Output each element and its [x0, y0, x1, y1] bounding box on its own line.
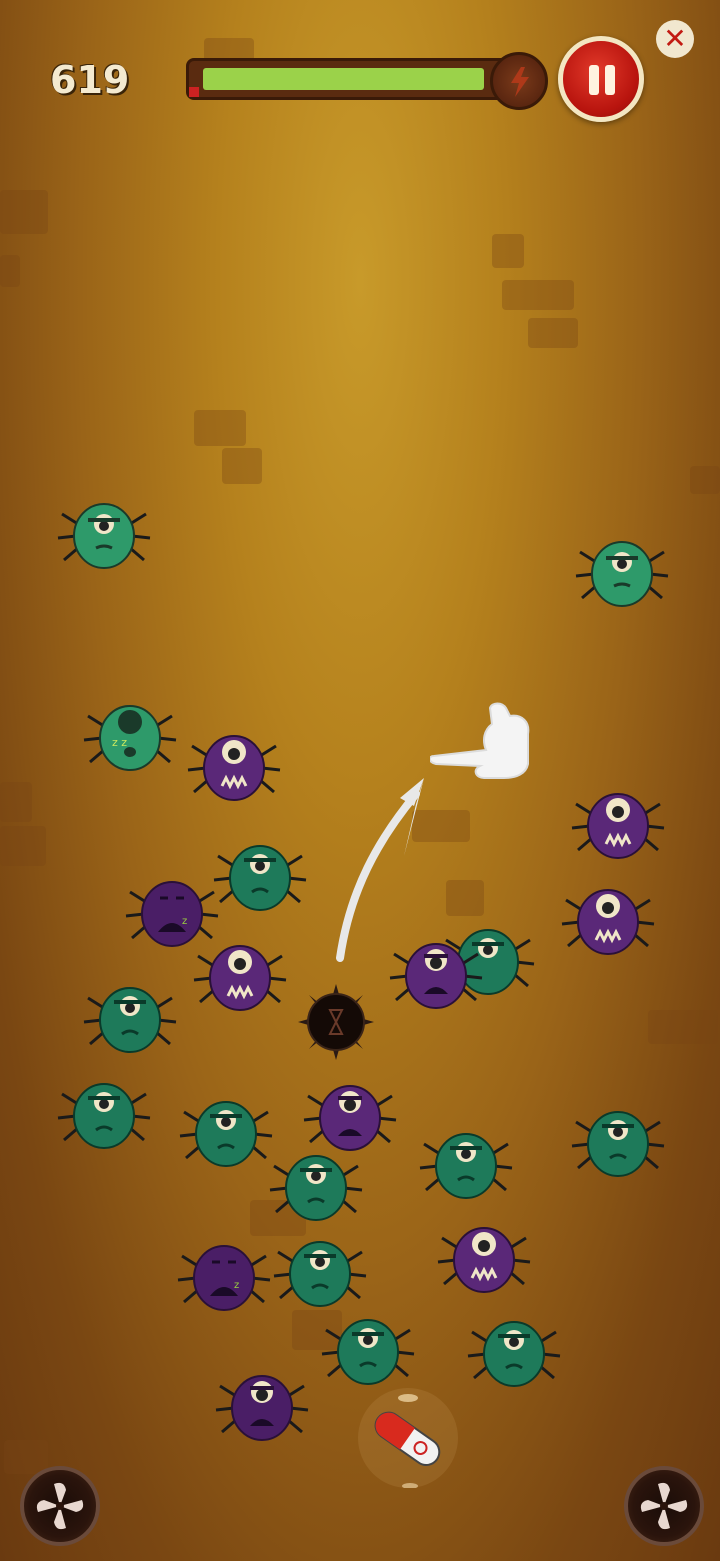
wall-brick	[446, 880, 484, 916]
close-button[interactable]: ✕	[656, 20, 694, 58]
wall-brick	[528, 318, 578, 348]
health-bar	[186, 58, 516, 100]
wall-brick	[0, 826, 46, 866]
wall-brick	[194, 410, 246, 446]
purple-scared-bug[interactable]	[192, 936, 288, 1020]
teal-one-eyed-bug[interactable]	[272, 1232, 368, 1316]
capsule-pill-icon	[374, 1394, 441, 1489]
score-counter: 619	[50, 58, 130, 102]
wall-brick	[4, 1440, 48, 1474]
svg-text:z: z	[234, 1280, 239, 1291]
health-bar-low-marker	[189, 87, 199, 97]
purple-scared-bug[interactable]	[186, 726, 282, 810]
wall-brick	[492, 234, 524, 268]
purple-scared-bug[interactable]	[560, 880, 656, 964]
wall-brick	[0, 255, 20, 287]
teal-one-eyed-bug[interactable]	[268, 1146, 364, 1230]
teal-one-eyed-bug[interactable]	[56, 1074, 152, 1158]
purple-scared-bug[interactable]	[570, 784, 666, 868]
green-sleeping-bug[interactable]: z z	[82, 696, 178, 780]
wall-brick	[690, 466, 720, 494]
pause-button[interactable]	[558, 36, 644, 122]
wall-brick	[502, 280, 574, 310]
teal-one-eyed-bug[interactable]	[212, 836, 308, 920]
teal-one-eyed-bug[interactable]	[570, 1102, 666, 1186]
green-one-eyed-bug[interactable]	[56, 494, 152, 578]
svg-text:z: z	[182, 916, 187, 927]
capsule-pill-powerup[interactable]	[358, 1388, 458, 1489]
purple-scared-bug[interactable]	[436, 1218, 532, 1302]
health-bar-fill	[203, 68, 484, 90]
teal-one-eyed-bug[interactable]	[418, 1124, 514, 1208]
wall-brick	[648, 1010, 718, 1044]
wall-brick	[222, 448, 262, 484]
lightning-icon	[490, 52, 548, 110]
wall-brick	[0, 190, 48, 234]
fan-right[interactable]	[624, 1466, 704, 1546]
teal-one-eyed-bug[interactable]	[82, 978, 178, 1062]
spiked-bomb-icon[interactable]	[298, 984, 374, 1060]
green-one-eyed-bug[interactable]	[574, 532, 670, 616]
pointing-hand-icon	[430, 702, 530, 779]
purple-frowning-bug[interactable]	[214, 1366, 310, 1450]
teal-one-eyed-bug[interactable]	[178, 1092, 274, 1176]
svg-text:z z: z z	[112, 736, 127, 749]
purple-frowning-bug[interactable]	[388, 934, 484, 1018]
teal-one-eyed-bug[interactable]	[320, 1310, 416, 1394]
close-icon: ✕	[663, 22, 687, 55]
wall-brick	[0, 782, 32, 822]
purple-sleeping-bug[interactable]: z	[176, 1236, 272, 1320]
fan-left[interactable]	[20, 1466, 100, 1546]
fan-icon	[36, 1482, 84, 1530]
teal-one-eyed-bug[interactable]	[466, 1312, 562, 1396]
fan-icon	[640, 1482, 688, 1530]
